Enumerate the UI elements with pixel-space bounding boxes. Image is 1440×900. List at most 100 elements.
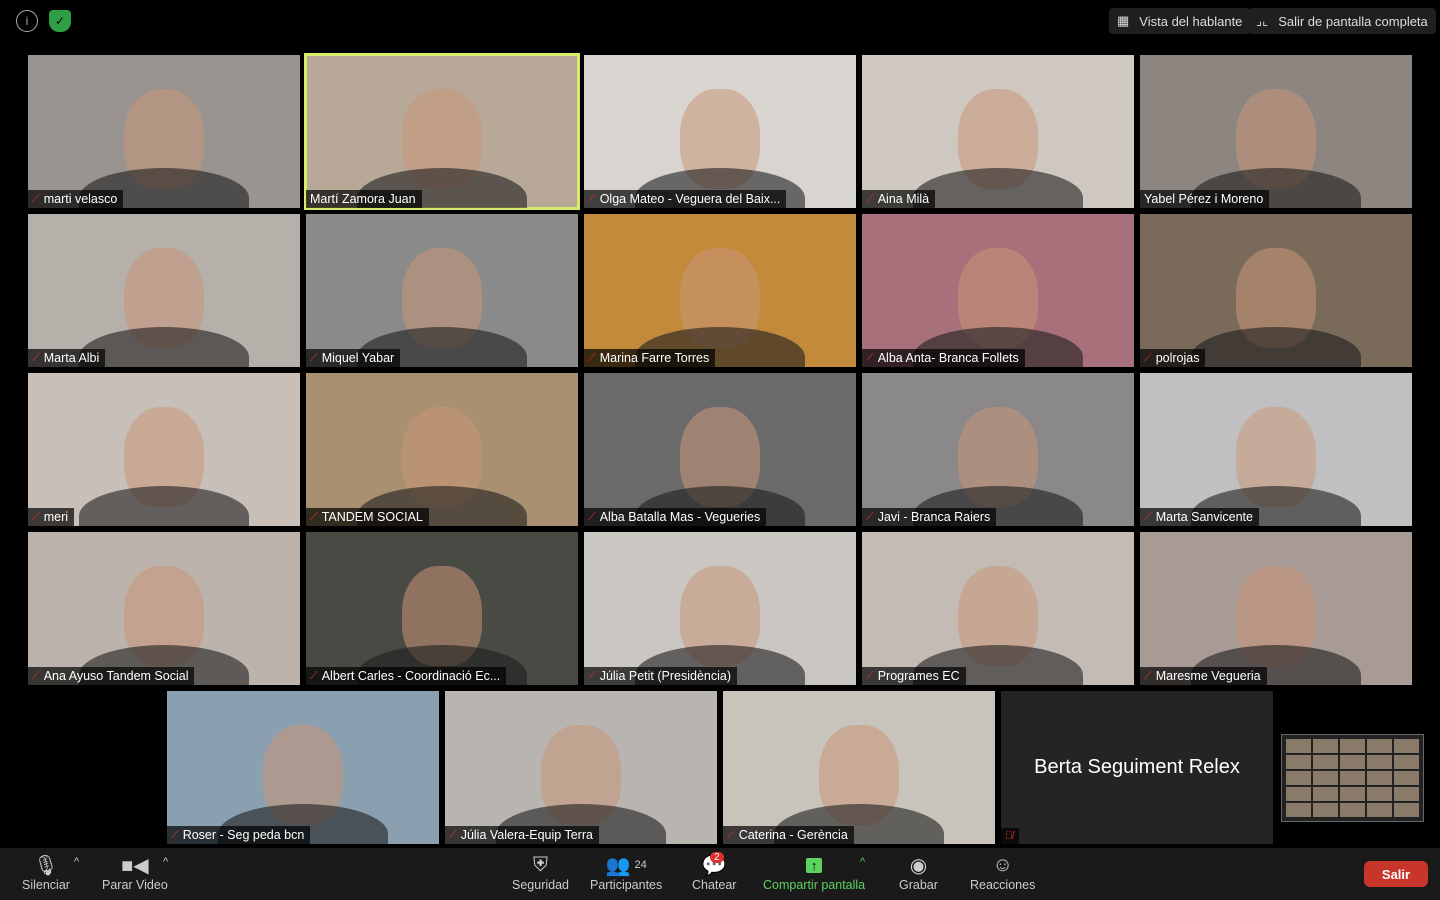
- participant-name: Júlia Valera-Equip Terra: [460, 828, 593, 842]
- participant-name: Programes EC: [877, 669, 960, 683]
- thumbnail-cell: [1394, 803, 1419, 817]
- video-camera-icon: ■◀: [121, 854, 149, 877]
- share-screen-button[interactable]: ↑ Compartir pantalla: [763, 852, 865, 892]
- reactions-button[interactable]: ☺ Reacciones: [970, 852, 1035, 893]
- smiley-plus-icon: ☺: [992, 853, 1013, 876]
- participant-tile[interactable]: ⟋ Júlia Valera-Equip Terra: [445, 691, 717, 844]
- participant-name: Olga Mateo - Veguera del Baix...: [599, 192, 781, 206]
- muted-mic-icon: 🎙̸: [1005, 830, 1014, 842]
- participant-name: Alba Batalla Mas - Vegueries: [599, 510, 761, 524]
- thumbnail-cell: [1394, 739, 1419, 753]
- name-tag: ⟋ marti velasco: [28, 190, 124, 208]
- thumbnail-cell: [1340, 739, 1365, 753]
- participant-name: Alba Anta- Branca Follets: [877, 351, 1019, 365]
- name-tag: ⟋ Programes EC: [862, 667, 966, 685]
- participant-name: Marta Sanvicente: [1155, 510, 1253, 524]
- thumbnail-cell: [1340, 803, 1365, 817]
- participant-tile[interactable]: Berta Seguiment Relex 🎙̸: [1001, 691, 1273, 844]
- share-options-caret[interactable]: ^: [860, 856, 865, 868]
- thumbnail-cell: [1367, 771, 1392, 785]
- record-button[interactable]: ◉ Grabar: [899, 852, 938, 893]
- participant-name: Júlia Petit (Presidència): [599, 669, 732, 683]
- participant-tile[interactable]: ⟋ Programes EC: [862, 532, 1134, 685]
- participant-tile[interactable]: ⟋ polrojas: [1140, 214, 1412, 367]
- participant-tile[interactable]: ⟋ Alba Batalla Mas - Vegueries: [584, 373, 856, 526]
- muted-mic-icon: ⟋: [32, 669, 40, 682]
- thumbnail-cell: [1340, 787, 1365, 801]
- muted-mic-icon: ⟋: [866, 192, 874, 205]
- audio-options-caret[interactable]: ^: [74, 856, 79, 868]
- thumbnail-cell: [1367, 739, 1392, 753]
- thumbnail-cell: [1313, 787, 1338, 801]
- shield-check-icon[interactable]: ✓: [49, 10, 71, 32]
- thumbnail-cell: [1286, 803, 1311, 817]
- security-button[interactable]: ⛨ Seguridad: [512, 852, 569, 893]
- name-tag: ⟋ Maresme Vegueria: [1140, 667, 1267, 685]
- participant-name: Marina Farre Torres: [599, 351, 710, 365]
- thumbnail-cell: [1340, 771, 1365, 785]
- participant-name: Martí Zamora Juan: [310, 192, 416, 206]
- name-tag: ⟋ Marta Albi: [28, 349, 106, 367]
- chat-badge: 2: [710, 852, 724, 863]
- participant-name: Roser - Seg peda bcn: [182, 828, 305, 842]
- participant-tile[interactable]: ⟋ Marina Farre Torres: [584, 214, 856, 367]
- mute-label: Silenciar: [22, 878, 70, 892]
- muted-mic-icon: ⟋: [1144, 351, 1152, 364]
- name-tag: ⟋ Aina Milà: [862, 190, 936, 208]
- muted-mic-icon: ⟋: [1144, 510, 1152, 523]
- name-tag: ⟋ TANDEM SOCIAL: [306, 508, 429, 526]
- muted-mic-icon: ⟋: [588, 351, 596, 364]
- participant-tile[interactable]: ⟋ Albert Carles - Coordinació Ec...: [306, 532, 578, 685]
- participant-tile[interactable]: Yabel Pérez i Moreno: [1140, 55, 1412, 208]
- leave-button[interactable]: Salir: [1364, 861, 1428, 887]
- participant-tile[interactable]: ⟋ Aina Milà: [862, 55, 1134, 208]
- muted-mic-icon: ⟋: [727, 828, 735, 841]
- thumbnail-cell: [1313, 803, 1338, 817]
- chat-label: Chatear: [692, 878, 737, 892]
- participant-tile[interactable]: ⟋ meri: [28, 373, 300, 526]
- grid-view-icon: ▦: [1117, 13, 1130, 28]
- participant-tile[interactable]: ⟋ Júlia Petit (Presidència): [584, 532, 856, 685]
- gallery-thumbnail[interactable]: [1281, 734, 1424, 822]
- muted-mic-icon: ⟋: [588, 192, 596, 205]
- mute-button[interactable]: 🎙 Silenciar: [22, 852, 70, 893]
- participant-tile[interactable]: ⟋ Marta Sanvicente: [1140, 373, 1412, 526]
- participant-tile[interactable]: ⟋ Caterina - Gerència: [723, 691, 995, 844]
- participant-tile[interactable]: Martí Zamora Juan: [304, 53, 580, 210]
- speaker-view-button[interactable]: ▦ Vista del hablante: [1109, 8, 1251, 34]
- thumbnail-cell: [1313, 755, 1338, 769]
- thumbnail-cell: [1313, 739, 1338, 753]
- muted-mic-icon: ⟋: [588, 510, 596, 523]
- thumbnail-cell: [1286, 771, 1311, 785]
- participant-name: marti velasco: [43, 192, 118, 206]
- chat-button[interactable]: 💬 2 Chatear: [692, 852, 736, 892]
- name-tag: ⟋ Caterina - Gerència: [723, 826, 854, 844]
- participant-tile[interactable]: ⟋ Alba Anta- Branca Follets: [862, 214, 1134, 367]
- meeting-toolbar: 🎙 Silenciar ^ ■◀ Parar Video ^ ⛨ Seguridad …: [0, 848, 1440, 900]
- exit-fullscreen-button[interactable]: ⌟⌞ Salir de pantalla completa: [1248, 8, 1436, 34]
- participant-tile[interactable]: ⟋ Marta Albi: [28, 214, 300, 367]
- record-icon: ◉: [909, 854, 928, 877]
- thumbnail-cell: [1394, 787, 1419, 801]
- participants-button[interactable]: 👥 24 Participantes: [590, 852, 662, 893]
- participant-tile[interactable]: ⟋ marti velasco: [28, 55, 300, 208]
- thumbnail-cell: [1367, 803, 1392, 817]
- microphone-icon: 🎙: [33, 854, 59, 877]
- participant-tile[interactable]: ⟋ Maresme Vegueria: [1140, 532, 1412, 685]
- info-icon[interactable]: i: [16, 10, 38, 32]
- participant-name: polrojas: [1155, 351, 1200, 365]
- participant-name: Marta Albi: [43, 351, 100, 365]
- name-tag: Yabel Pérez i Moreno: [1140, 190, 1270, 208]
- stop-video-button[interactable]: ■◀ Parar Video: [102, 852, 168, 893]
- participant-tile[interactable]: ⟋ TANDEM SOCIAL: [306, 373, 578, 526]
- muted-mic-icon: ⟋: [449, 828, 457, 841]
- participant-tile[interactable]: ⟋ Javi - Branca Raiers: [862, 373, 1134, 526]
- participant-tile[interactable]: ⟋ Miquel Yabar: [306, 214, 578, 367]
- participant-tile[interactable]: ⟋ Ana Ayuso Tandem Social: [28, 532, 300, 685]
- video-options-caret[interactable]: ^: [163, 856, 168, 868]
- name-tag: ⟋ meri: [28, 508, 75, 526]
- name-tag: Martí Zamora Juan: [306, 190, 422, 208]
- participant-tile[interactable]: ⟋ Roser - Seg peda bcn: [167, 691, 439, 844]
- participant-tile[interactable]: ⟋ Olga Mateo - Veguera del Baix...: [584, 55, 856, 208]
- video-feed-body: [913, 168, 1083, 208]
